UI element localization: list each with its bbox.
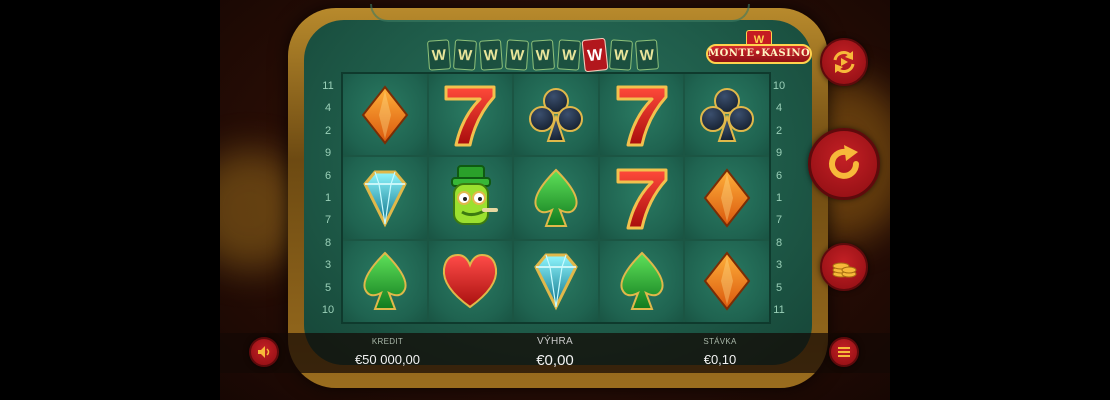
table-decoration — [370, 4, 750, 22]
payline-number: 1 — [775, 191, 783, 204]
payline-number: 10 — [321, 303, 335, 316]
payline-number: 6 — [324, 169, 332, 182]
bet-display: STÁVKA €0,10 — [675, 337, 765, 367]
reel-cell — [599, 240, 684, 322]
seven-symbol — [616, 168, 668, 230]
wild-meter-card: W — [634, 39, 660, 71]
payline-number: 5 — [775, 281, 783, 294]
payline-number: 4 — [324, 102, 332, 115]
reel-cell — [343, 157, 427, 239]
autoplay-icon — [833, 51, 855, 73]
reel-cell — [685, 240, 769, 322]
payline-number: 6 — [775, 169, 783, 182]
payline-number: 2 — [324, 124, 332, 137]
diamond-suit-symbol — [703, 168, 751, 228]
payline-number: 11 — [322, 80, 334, 92]
payline-number: 7 — [775, 214, 783, 227]
win-value: €0,00 — [536, 352, 574, 369]
coins-icon — [832, 262, 857, 278]
bottom-bar: KREDIT €50 000,00 VÝHRA €0,00 STÁVKA €0,… — [220, 333, 890, 373]
game-stage: WWWWWWWWW W MONTE•KASINO 11 4 2 9 6 1 7 8 3 5 10 1… — [0, 0, 1110, 400]
credit-label: KREDIT — [371, 337, 404, 346]
monte-kasino-logo: W MONTE•KASINO — [706, 30, 812, 70]
payline-number: 5 — [324, 281, 332, 294]
wild-meter-card: W — [581, 37, 609, 73]
reel-cell — [599, 157, 684, 239]
spade-symbol — [363, 251, 407, 311]
payline-number: 8 — [775, 236, 783, 249]
payline-number: 7 — [324, 214, 332, 227]
payline-number: 9 — [324, 147, 332, 160]
payline-number: 10 — [772, 80, 786, 92]
wild-meter-card: W — [556, 39, 582, 71]
reel-grid — [341, 72, 771, 324]
heart-symbol — [443, 254, 498, 309]
spade-symbol — [620, 251, 664, 311]
wild-meter-card: W — [504, 39, 530, 71]
menu-button[interactable] — [829, 337, 859, 367]
wild-meter-card: W — [608, 39, 634, 71]
gem-symbol — [534, 253, 578, 311]
credit-value: €50 000,00 — [354, 352, 421, 367]
wild-meter: WWWWWWWWW — [426, 37, 660, 73]
bet-value: €0,10 — [703, 352, 737, 367]
reel-cell — [428, 157, 513, 239]
reel-cell — [685, 74, 769, 156]
seven-symbol — [444, 85, 496, 147]
speaker-icon — [258, 346, 270, 358]
payline-number: 3 — [324, 259, 332, 272]
spade-symbol — [534, 168, 578, 227]
payline-number: 11 — [773, 303, 785, 316]
payline-numbers-right: 10 4 2 9 6 1 7 8 3 5 11 — [771, 80, 787, 316]
payline-number: 4 — [775, 102, 783, 115]
reel-cell — [685, 157, 769, 239]
reel-cell — [428, 240, 513, 322]
bet-label: STÁVKA — [703, 337, 737, 346]
payline-numbers-left: 11 4 2 9 6 1 7 8 3 5 10 — [320, 80, 336, 316]
wild-meter-card: W — [452, 39, 478, 71]
menu-icon — [838, 347, 850, 357]
wild-meter-card: W — [426, 39, 452, 71]
club-symbol — [528, 87, 583, 142]
club-symbol — [700, 87, 755, 142]
seven-symbol — [616, 85, 668, 147]
gem-symbol — [363, 170, 407, 228]
wild-meter-card: W — [530, 39, 556, 71]
payline-number: 1 — [324, 191, 332, 204]
slot-game: WWWWWWWWW W MONTE•KASINO 11 4 2 9 6 1 7 8 3 5 10 1… — [220, 0, 890, 400]
reel-cell — [599, 74, 684, 156]
win-display: VÝHRA €0,00 — [510, 334, 600, 369]
win-label: VÝHRA — [537, 336, 573, 347]
sound-button[interactable] — [249, 337, 279, 367]
payline-number: 3 — [775, 259, 783, 272]
logo-text: MONTE•KASINO — [706, 44, 812, 64]
reel-cell — [514, 74, 598, 156]
payline-number: 9 — [775, 147, 783, 160]
bet-button[interactable] — [820, 243, 868, 291]
autoplay-button[interactable] — [820, 38, 868, 86]
reel-cell — [343, 240, 427, 322]
diamond-suit-symbol — [361, 85, 409, 145]
credit-display: KREDIT €50 000,00 — [330, 337, 445, 367]
reel-cell — [343, 74, 427, 156]
wild-meter-card: W — [478, 39, 504, 71]
payline-number: 8 — [324, 236, 332, 249]
diamond-suit-symbol — [703, 251, 751, 311]
payline-number: 2 — [775, 124, 783, 137]
wild-character-symbol — [451, 164, 499, 225]
spin-button[interactable] — [808, 128, 880, 200]
spin-icon — [829, 145, 859, 179]
reel-cell — [428, 74, 513, 156]
reel-cell — [514, 240, 598, 322]
reel-cell — [514, 157, 598, 239]
